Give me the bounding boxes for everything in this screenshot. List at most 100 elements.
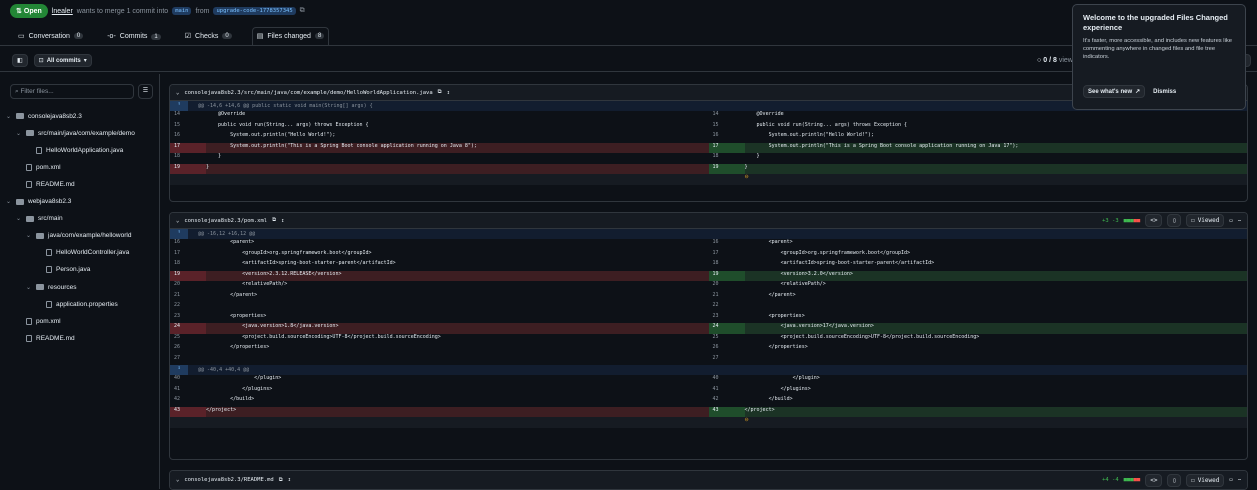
comment-icon[interactable]: ▭ <box>1229 218 1232 224</box>
head-branch[interactable]: upgrade-code-1778357345 <box>213 7 296 15</box>
right-line-number[interactable]: 43 <box>708 406 745 417</box>
left-line-number[interactable]: 42 <box>170 396 206 407</box>
tree-file-item[interactable]: pom.xml <box>16 160 61 174</box>
base-branch[interactable]: main <box>172 7 192 15</box>
copy-branch-icon[interactable]: ⧉ <box>300 7 305 15</box>
tree-folder-item[interactable]: ⌄ resources <box>26 280 77 294</box>
tree-file-item[interactable]: README.md <box>16 331 75 345</box>
tab-commits[interactable]: -o- Commits 1 <box>103 33 165 45</box>
compare-icon: ⊡ <box>38 58 44 64</box>
right-line-number[interactable]: 15 <box>709 122 745 133</box>
left-line-number[interactable]: 17 <box>170 250 206 261</box>
tree-folder-item[interactable]: ⌄ src/main <box>16 212 63 226</box>
filter-files-input[interactable]: ⌕ Filter files... <box>10 84 134 99</box>
tree-file-item[interactable]: HelloWorldController.java <box>36 246 129 260</box>
right-line-number[interactable]: 22 <box>709 302 745 313</box>
viewed-checkbox[interactable]: ☐ Viewed <box>1186 214 1225 227</box>
expand-all-icon[interactable]: ↕ <box>281 218 284 224</box>
tree-file-item[interactable]: application.properties <box>36 297 118 311</box>
right-line-number[interactable]: 24 <box>708 323 745 334</box>
left-line-number[interactable]: 25 <box>170 334 206 345</box>
left-line-number[interactable]: 43 <box>170 406 206 417</box>
right-line-number[interactable]: 23 <box>709 313 745 324</box>
left-line-number[interactable]: 26 <box>170 344 206 355</box>
right-line-number[interactable]: 18 <box>709 153 745 164</box>
copy-path-icon[interactable]: ⧉ <box>438 89 442 96</box>
chevron-down-icon[interactable]: ⌄ <box>176 477 179 483</box>
toggle-tree-button[interactable]: ◧ <box>12 54 28 67</box>
kebab-menu-icon[interactable]: ⋯ <box>1238 218 1241 224</box>
right-line-number[interactable]: 25 <box>709 334 745 345</box>
chevron-down-icon[interactable]: ⌄ <box>176 218 179 224</box>
filter-options-button[interactable]: ☰ <box>138 84 153 99</box>
view-file-button[interactable]: ▯ <box>1167 473 1182 487</box>
left-line-number[interactable]: 27 <box>170 355 206 366</box>
right-line-number[interactable]: 41 <box>709 386 745 397</box>
right-line-number[interactable]: 16 <box>709 132 745 143</box>
left-line-number[interactable]: 23 <box>170 313 206 324</box>
view-code-button[interactable]: <> <box>1145 214 1163 227</box>
commits-dropdown[interactable]: ⊡ All commits ▾ <box>33 54 92 67</box>
file-icon <box>46 300 52 308</box>
left-line-number[interactable]: 24 <box>170 323 206 334</box>
expand-all-icon[interactable]: ↕ <box>447 90 450 96</box>
right-line-number[interactable]: 18 <box>709 260 745 271</box>
tab-count: 0 <box>73 33 84 39</box>
left-line-number[interactable]: 18 <box>170 153 206 164</box>
right-line-number[interactable]: 20 <box>709 281 745 292</box>
comment-icon[interactable]: ▭ <box>1229 477 1232 483</box>
right-line-number[interactable]: 17 <box>708 142 745 153</box>
viewed-checkbox[interactable]: ☐ Viewed <box>1186 473 1225 487</box>
tab-conversation[interactable]: ▭ Conversation 0 <box>14 32 87 45</box>
expand-up-icon[interactable]: ↑ <box>170 229 188 239</box>
tree-file-item[interactable]: HelloWorldApplication.java <box>26 143 123 157</box>
left-line-number[interactable]: 18 <box>170 260 206 271</box>
right-line-number[interactable]: 17 <box>709 250 745 261</box>
left-line-number[interactable]: 15 <box>170 122 206 133</box>
left-line-number[interactable]: 41 <box>170 386 206 397</box>
dismiss-button[interactable]: Dismiss <box>1153 89 1176 95</box>
right-line-number[interactable]: 19 <box>708 163 745 174</box>
right-line-number[interactable]: 40 <box>709 375 745 386</box>
kebab-menu-icon[interactable]: ⋯ <box>1238 477 1241 483</box>
right-line-number[interactable]: 19 <box>708 270 745 281</box>
tree-folder-item[interactable]: ⌄ webjava8sb2.3 <box>6 195 71 209</box>
right-line-number[interactable]: 42 <box>709 396 745 407</box>
left-line-number[interactable]: 20 <box>170 281 206 292</box>
tree-folder-item[interactable]: ⌄ java/com/example/helloworld <box>26 229 131 243</box>
tree-file-item[interactable]: Person.java <box>36 263 90 277</box>
copy-path-icon[interactable]: ⧉ <box>272 217 276 224</box>
right-line-number[interactable]: 26 <box>709 344 745 355</box>
copy-path-icon[interactable]: ⧉ <box>279 477 283 484</box>
tree-folder-item[interactable]: ⌄ src/main/java/com/example/demo <box>16 126 135 140</box>
tree-file-item[interactable]: README.md <box>16 177 75 191</box>
expand-all-icon[interactable]: ↕ <box>288 477 291 483</box>
right-line-number[interactable]: 21 <box>709 292 745 303</box>
tree-folder-item[interactable]: ⌄ consolejava8sb2.3 <box>6 109 82 123</box>
right-line-number[interactable]: 16 <box>709 239 745 250</box>
see-whats-new-button[interactable]: See what's new ↗ <box>1083 85 1146 98</box>
tab-checks[interactable]: ☑ Checks 0 <box>181 32 236 45</box>
left-line-number[interactable]: 16 <box>170 239 206 250</box>
right-line-number[interactable]: 14 <box>709 111 745 122</box>
left-line-number[interactable]: 19 <box>170 270 206 281</box>
tree-file-item[interactable]: pom.xml <box>16 314 61 328</box>
left-line-number[interactable]: 16 <box>170 132 206 143</box>
popup-title: Welcome to the upgraded Files Changed ex… <box>1083 13 1228 32</box>
pr-author-link[interactable]: lnealer <box>52 8 73 15</box>
left-line-number[interactable]: 40 <box>170 375 206 386</box>
right-line-number[interactable]: 27 <box>709 355 745 366</box>
left-line-number[interactable]: 21 <box>170 292 206 303</box>
expand-up-icon[interactable]: ↑ <box>170 101 188 111</box>
left-code: </plugin> <box>206 375 282 381</box>
expand-both-icon[interactable]: ↕ <box>170 365 188 375</box>
left-line-number[interactable]: 14 <box>170 111 206 122</box>
left-line-number[interactable]: 22 <box>170 302 206 313</box>
tab-files-changed[interactable]: ▤ Files changed 8 <box>251 27 330 45</box>
view-file-button[interactable]: ▯ <box>1167 214 1182 227</box>
view-code-button[interactable]: <> <box>1145 473 1163 487</box>
left-line-number[interactable]: 19 <box>170 163 206 174</box>
chevron-down-icon[interactable]: ⌄ <box>176 90 179 96</box>
left-line-number[interactable]: 17 <box>170 142 206 153</box>
checkbox-icon: ☐ <box>1191 476 1195 484</box>
